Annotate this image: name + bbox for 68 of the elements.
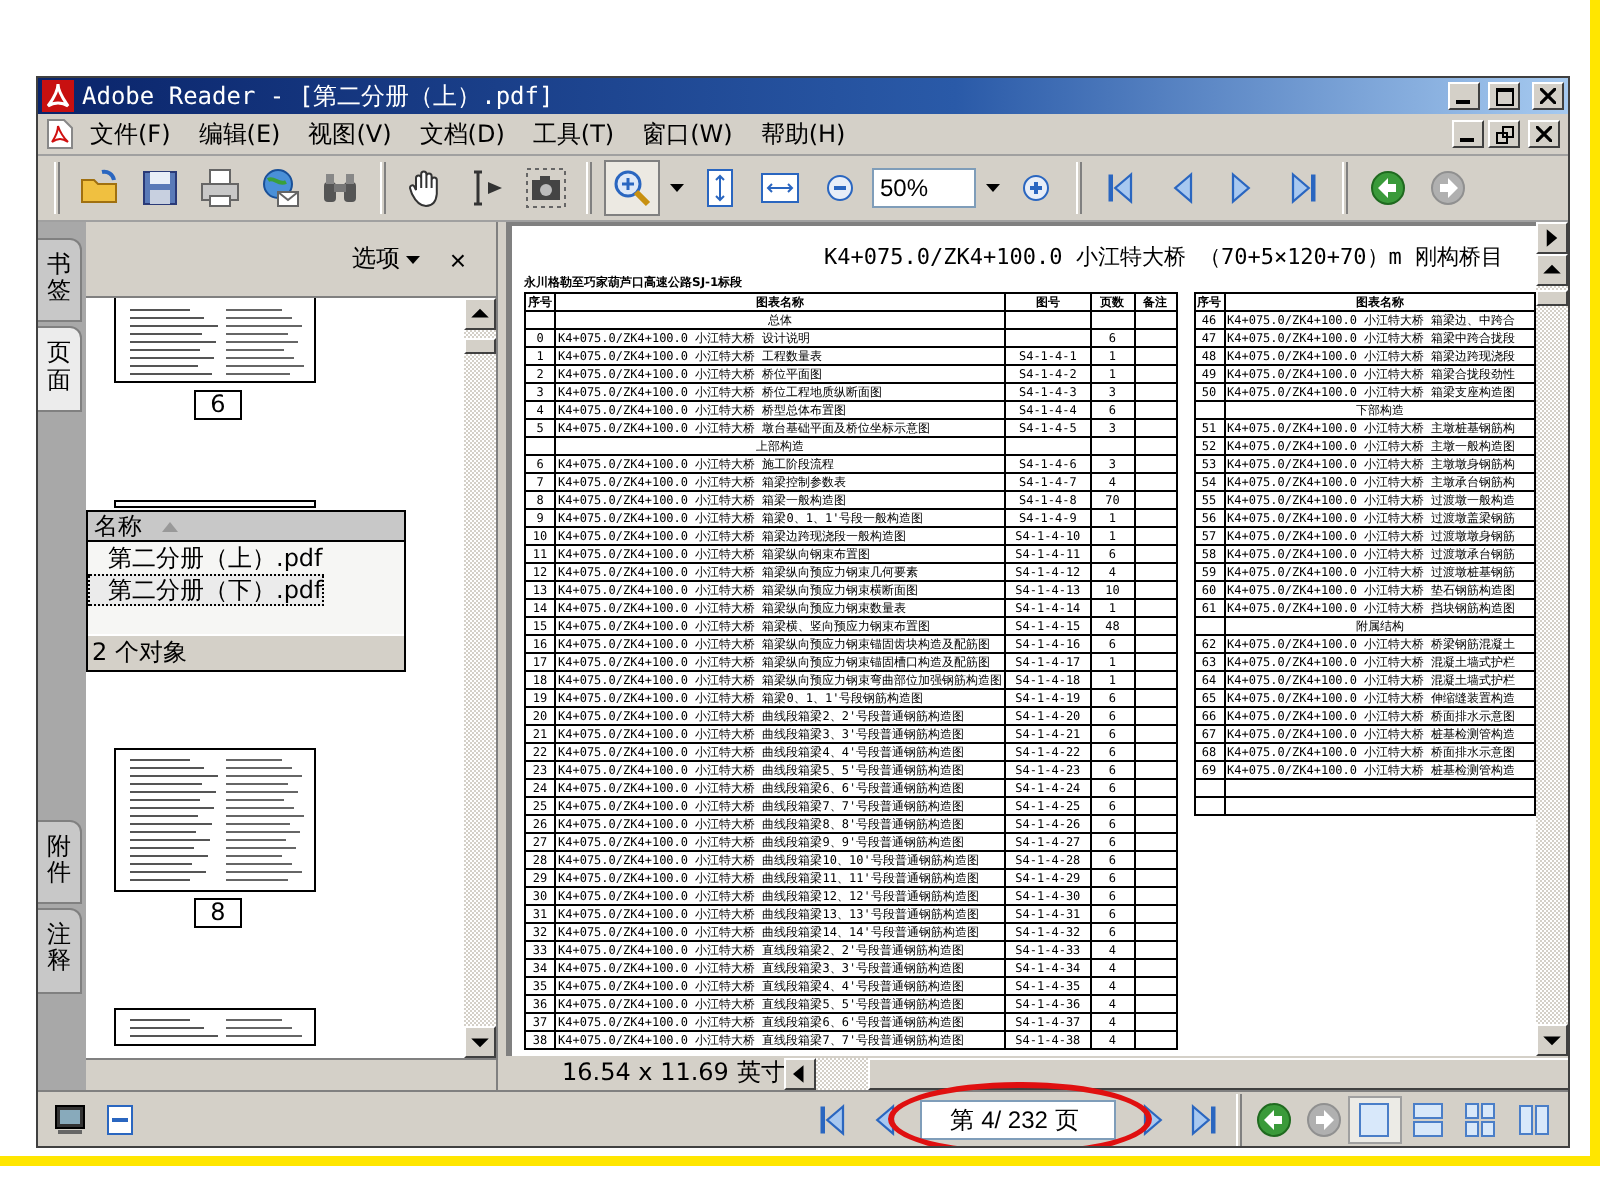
pdf-document-icon <box>46 118 74 150</box>
scrollbar[interactable] <box>464 298 496 1058</box>
scroll-down-button[interactable] <box>464 1026 496 1058</box>
printer-icon <box>198 166 242 210</box>
two-pages-icon <box>1517 1101 1550 1137</box>
scrollbar-thumb[interactable] <box>464 338 496 354</box>
page-size-label: 16.54 x 11.69 英寸 <box>560 1056 785 1090</box>
caret-icon <box>669 184 683 192</box>
page-number-label: 6 <box>194 390 242 420</box>
document-minimize-button[interactable] <box>1452 120 1484 148</box>
side-tab[interactable]: 页面 <box>38 326 82 412</box>
restore-icon <box>1495 125 1513 143</box>
menu-item[interactable]: 帮助(H) <box>748 115 858 153</box>
document-restore-button[interactable] <box>1488 120 1520 148</box>
page-number-label: 8 <box>194 898 242 928</box>
page-thumbnail[interactable] <box>114 748 318 894</box>
scrollbar-thumb[interactable] <box>1536 290 1568 306</box>
page-thumbnail[interactable] <box>114 1008 318 1048</box>
right-arrow-circle-icon <box>1305 1101 1342 1137</box>
zoom-in-tool-button[interactable] <box>604 160 660 216</box>
left-arrow-circle-icon <box>1370 170 1406 206</box>
left-arrow-circle-icon <box>1255 1101 1292 1137</box>
page-thumbnail[interactable] <box>114 298 318 386</box>
menu-item[interactable]: 文件(F) <box>78 115 183 153</box>
continuous-pages-icon <box>1411 1101 1444 1137</box>
column-header[interactable]: 名称 <box>88 512 404 542</box>
sort-arrow-icon <box>162 521 178 531</box>
maximize-button[interactable] <box>1488 82 1520 110</box>
globe-envelope-icon <box>258 166 302 210</box>
window-title: Adobe Reader - [第二分册（上）.pdf] <box>82 79 556 113</box>
zoom-field[interactable]: 50% <box>872 168 976 208</box>
app-logo-icon <box>42 80 74 112</box>
page-thumbnail[interactable] <box>114 500 318 510</box>
side-tab[interactable]: 注释 <box>38 908 82 993</box>
attachment-item[interactable]: 第二分册（下）.pdf <box>88 574 324 606</box>
camera-icon <box>524 166 568 210</box>
scroll-up-button[interactable] <box>464 298 496 330</box>
scrollbar[interactable] <box>1536 222 1568 1056</box>
menu-item[interactable]: 工具(T) <box>520 115 627 153</box>
menu-item[interactable]: 视图(V) <box>296 115 404 153</box>
object-count: 2 个对象 <box>88 634 404 670</box>
caret-icon <box>406 255 420 263</box>
zoom-in-icon <box>610 166 654 210</box>
scroll-up-button[interactable] <box>1536 254 1568 286</box>
view-mode-button[interactable] <box>1348 1095 1402 1143</box>
close-icon <box>1540 88 1556 104</box>
close-button[interactable] <box>1532 82 1564 110</box>
menu-item[interactable]: 文档(D) <box>407 115 517 153</box>
single-page-icon <box>1358 1101 1391 1137</box>
maximize-icon <box>1495 87 1513 105</box>
menu-item[interactable]: 编辑(E) <box>186 115 293 153</box>
close-icon <box>1536 126 1552 142</box>
document-close-button[interactable] <box>1528 120 1560 148</box>
attachment-item[interactable]: 第二分册（上）.pdf <box>88 542 324 574</box>
side-tab[interactable]: 附件 <box>38 819 82 905</box>
right-arrow-circle-icon <box>1430 170 1466 206</box>
scroll-down-button[interactable] <box>1536 1024 1568 1056</box>
document-title: K4+075.0/ZK4+100.0 小江特大桥 （70+5×120+70）m 刚构桥目 <box>824 244 1506 270</box>
grid-pages-icon <box>1464 1101 1497 1137</box>
side-tab[interactable]: 书签 <box>38 238 82 323</box>
caret-icon <box>985 184 999 192</box>
split-view-button[interactable] <box>1536 222 1568 254</box>
options-menu-button[interactable]: 选项 <box>352 242 420 276</box>
menu-item[interactable]: 窗口(W) <box>630 115 745 153</box>
minimize-button[interactable] <box>1448 82 1480 110</box>
close-panel-button[interactable]: × <box>444 243 472 275</box>
page-number-field[interactable]: 第 4/ 232 页 <box>920 1100 1117 1141</box>
scroll-left-button[interactable] <box>784 1057 817 1089</box>
